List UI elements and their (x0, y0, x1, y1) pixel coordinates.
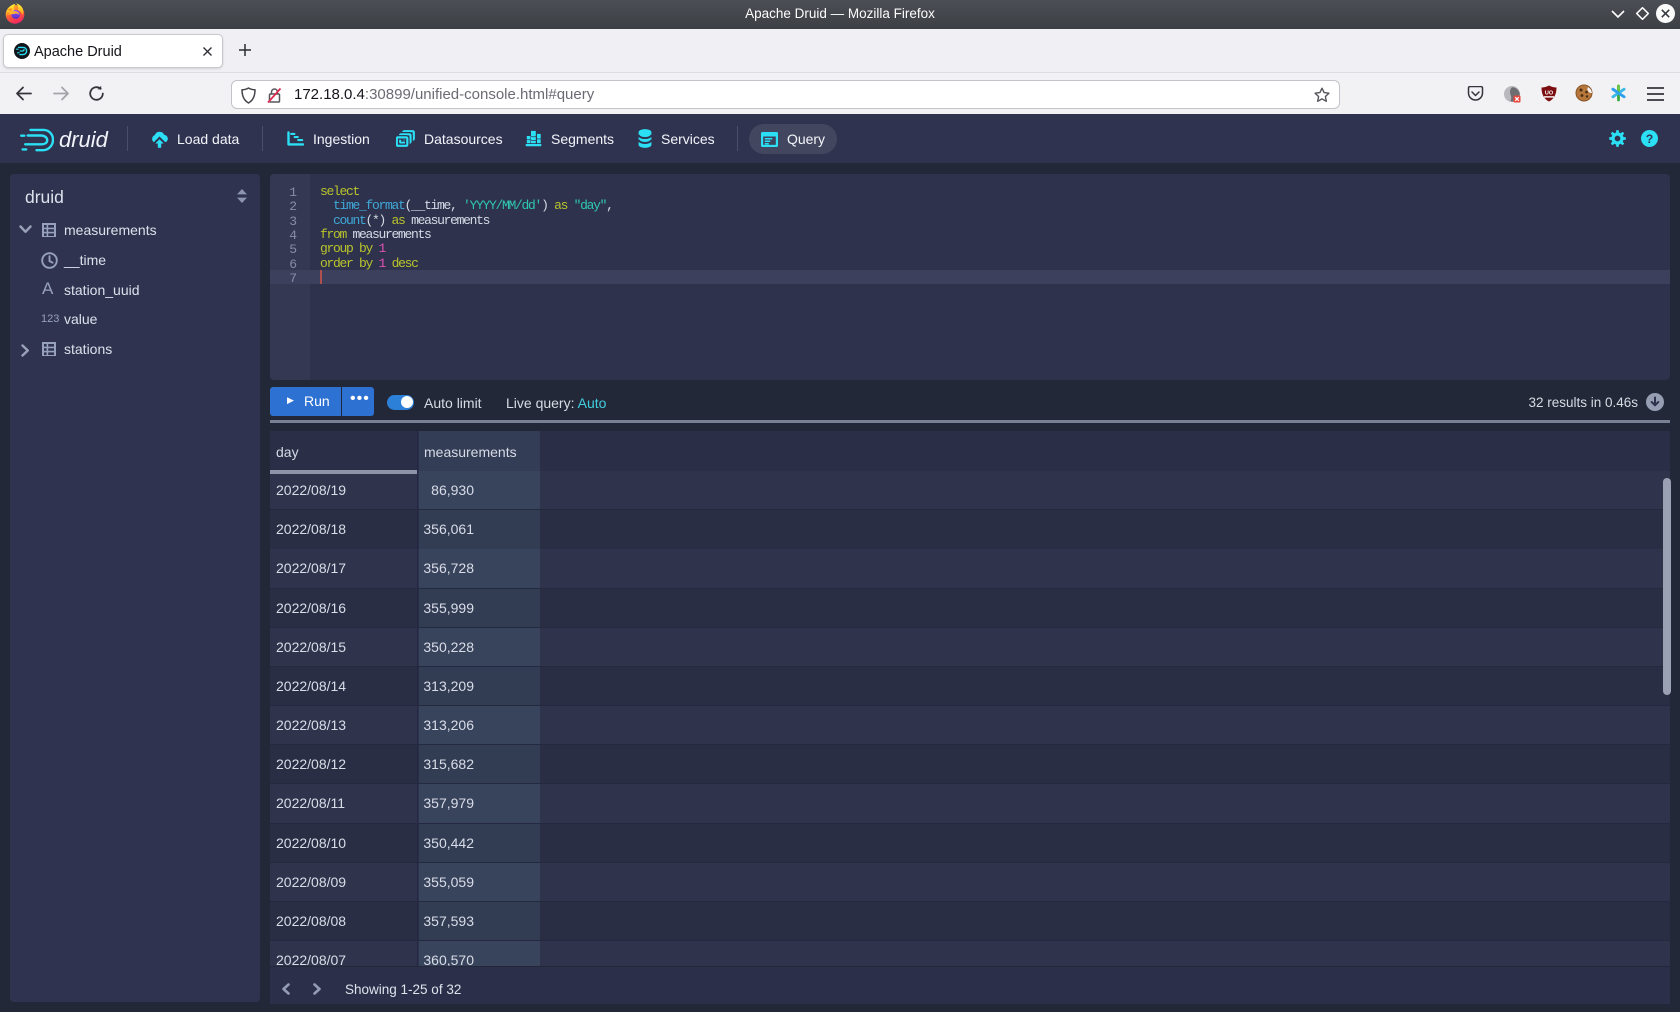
svg-text:?: ? (1646, 132, 1653, 146)
svg-text:UO: UO (1545, 91, 1554, 97)
